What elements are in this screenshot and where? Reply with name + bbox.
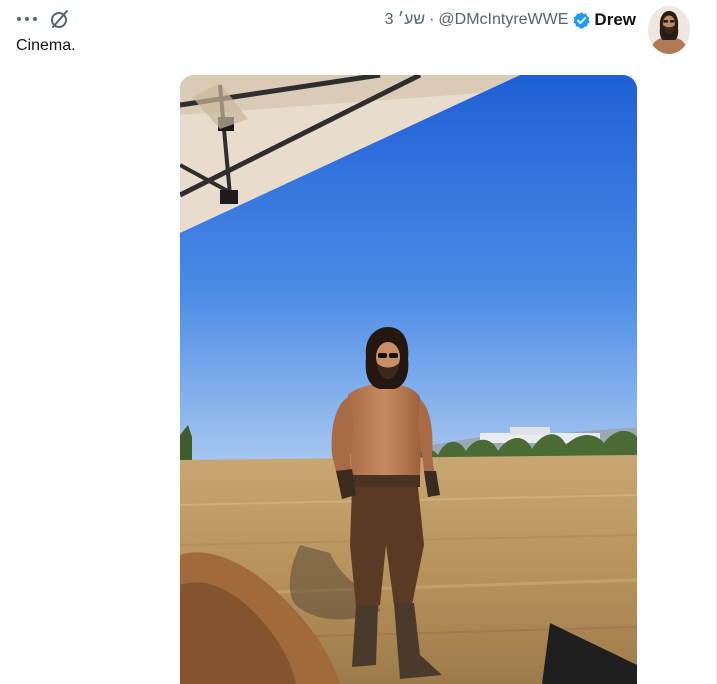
author-handle[interactable]: @DMcIntyreWWE: [438, 11, 568, 29]
author-display-name[interactable]: Drew: [594, 10, 636, 30]
tweet-media-photo[interactable]: [180, 75, 637, 684]
tweet-timestamp[interactable]: 3 שע׳: [385, 11, 426, 29]
more-options-icon[interactable]: [14, 8, 40, 30]
tweet-text: Cinema.: [16, 37, 76, 54]
verified-badge-icon[interactable]: [572, 11, 591, 30]
tweet: 3 שע׳ · @DMcIntyreWWE Drew Cinema.: [0, 0, 717, 684]
header-separator: ·: [429, 11, 435, 28]
tweet-header: 3 שע׳ · @DMcIntyreWWE Drew: [385, 8, 636, 32]
author-avatar[interactable]: [648, 6, 690, 54]
grok-icon[interactable]: [48, 7, 72, 31]
